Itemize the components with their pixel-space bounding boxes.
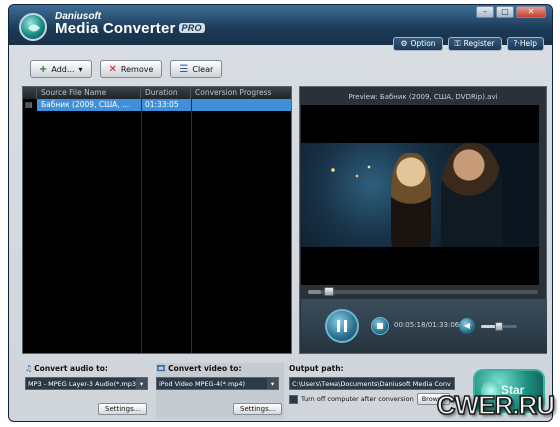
file-list-header: Source File Name Duration Conversion Pro… bbox=[23, 87, 291, 99]
watermark-text: CWER.RU bbox=[436, 389, 556, 421]
audio-group: ♫ Convert audio to: MP3 - MPEG Layer-3 A… bbox=[25, 363, 153, 419]
background-lights bbox=[321, 161, 381, 191]
file-name-cell: Бабник (2009, США, ... bbox=[37, 99, 141, 111]
chevron-down-icon: ▾ bbox=[136, 378, 147, 389]
video-group: 🎞 Convert video to: iPod Video MPEG-4(*.… bbox=[156, 363, 284, 419]
help-label: ?·Help bbox=[513, 39, 537, 48]
header-icon-column bbox=[23, 87, 37, 99]
video-settings-button[interactable]: Settings... bbox=[233, 403, 283, 415]
audio-settings-button[interactable]: Settings... bbox=[98, 403, 148, 415]
gear-icon: ⚙ bbox=[400, 39, 408, 48]
audio-label: ♫ Convert audio to: bbox=[25, 363, 153, 375]
option-button[interactable]: ⚙ Option bbox=[393, 37, 443, 51]
app-window: Daniusoft Media Converter PRO – □ ✕ ⚙ Opt… bbox=[8, 4, 553, 422]
register-label: Register bbox=[463, 39, 495, 48]
playback-controls: 00:05:18/01:33:06 ◀ bbox=[301, 299, 547, 353]
column-header-duration[interactable]: Duration bbox=[141, 87, 191, 99]
brand: Daniusoft Media Converter PRO bbox=[55, 11, 205, 37]
video-area bbox=[301, 105, 539, 285]
stop-button[interactable] bbox=[371, 317, 389, 335]
preview-title: Preview: Бабник (2009, США, DVDRip).avi bbox=[348, 93, 498, 101]
video-format-value: iPod Video MPEG-4(*.mp4) bbox=[159, 380, 246, 388]
column-divider bbox=[141, 99, 142, 353]
stop-icon bbox=[377, 323, 383, 329]
audio-format-select[interactable]: MP3 - MPEG Layer-3 Audio(*.mp3 ▾ bbox=[25, 377, 148, 390]
column-divider bbox=[191, 99, 192, 353]
pause-button[interactable] bbox=[325, 309, 359, 343]
watermark: CWER.RU bbox=[427, 385, 557, 425]
film-strip-icon: 🎞 bbox=[156, 364, 167, 373]
add-label: Add... bbox=[51, 64, 75, 74]
pro-badge: PRO bbox=[178, 23, 205, 33]
video-format-select[interactable]: iPod Video MPEG-4(*.mp4) ▾ bbox=[156, 377, 279, 390]
actress-figure bbox=[391, 153, 431, 247]
add-button[interactable]: + Add... ▾ bbox=[30, 60, 92, 78]
app-title: Media Converter bbox=[55, 20, 176, 37]
duration-cell: 01:33:05 bbox=[141, 99, 191, 111]
remove-button[interactable]: ✕ Remove bbox=[99, 60, 163, 78]
clear-list-icon: ☰ bbox=[179, 63, 189, 75]
remove-label: Remove bbox=[120, 64, 154, 74]
film-icon: ▤ bbox=[25, 100, 33, 109]
table-row[interactable]: ▤ Бабник (2009, США, ... 01:33:05 bbox=[23, 99, 291, 111]
toolbar: + Add... ▾ ✕ Remove ☰ Clear bbox=[14, 57, 548, 81]
time-readout: 00:05:18/01:33:06 bbox=[394, 321, 460, 329]
volume-handle[interactable] bbox=[495, 322, 503, 331]
brand-name: Media Converter PRO bbox=[55, 20, 205, 37]
audio-format-value: MP3 - MPEG Layer-3 Audio(*.mp3 bbox=[28, 380, 137, 388]
register-button[interactable]: ⚿ Register bbox=[447, 37, 502, 51]
turn-off-checkbox[interactable] bbox=[289, 394, 298, 404]
column-header-name[interactable]: Source File Name bbox=[37, 87, 141, 99]
preview-panel: Preview: Бабник (2009, США, DVDRip).avi … bbox=[299, 86, 547, 354]
remove-icon: ✕ bbox=[108, 63, 117, 75]
clear-label: Clear bbox=[192, 64, 214, 74]
option-label: Option bbox=[410, 39, 436, 48]
minimize-button[interactable]: – bbox=[476, 6, 494, 18]
top-buttons: ⚙ Option ⚿ Register ?·Help bbox=[393, 37, 544, 51]
seek-bar[interactable] bbox=[308, 287, 538, 296]
column-header-progress[interactable]: Conversion Progress bbox=[191, 87, 291, 99]
audio-label-text: Convert audio to: bbox=[34, 364, 108, 373]
turn-off-label: Turn off computer after conversion bbox=[301, 395, 414, 403]
maximize-button[interactable]: □ bbox=[496, 6, 514, 18]
volume-slider[interactable] bbox=[481, 322, 517, 331]
chevron-down-icon: ▾ bbox=[267, 378, 278, 389]
chevron-down-icon: ▾ bbox=[78, 64, 83, 74]
help-button[interactable]: ?·Help bbox=[506, 37, 544, 51]
clear-button[interactable]: ☰ Clear bbox=[170, 60, 223, 78]
window-controls: – □ ✕ bbox=[476, 6, 546, 18]
file-list[interactable]: Source File Name Duration Conversion Pro… bbox=[22, 86, 292, 354]
output-label: Output path: bbox=[289, 364, 344, 373]
logo-icon bbox=[19, 13, 47, 41]
seek-handle[interactable] bbox=[324, 287, 335, 296]
plus-icon: + bbox=[39, 63, 48, 75]
volume-icon[interactable]: ◀ bbox=[459, 318, 475, 334]
key-icon: ⚿ bbox=[454, 39, 461, 48]
close-button[interactable]: ✕ bbox=[516, 6, 546, 18]
seek-bar-fill bbox=[308, 290, 322, 294]
progress-cell bbox=[191, 99, 291, 111]
pause-icon bbox=[337, 320, 347, 332]
video-frame bbox=[301, 143, 539, 247]
video-label-text: Convert video to: bbox=[168, 364, 242, 373]
actor-figure bbox=[441, 143, 503, 247]
video-label: 🎞 Convert video to: bbox=[156, 363, 284, 375]
music-note-icon: ♫ bbox=[25, 364, 33, 373]
